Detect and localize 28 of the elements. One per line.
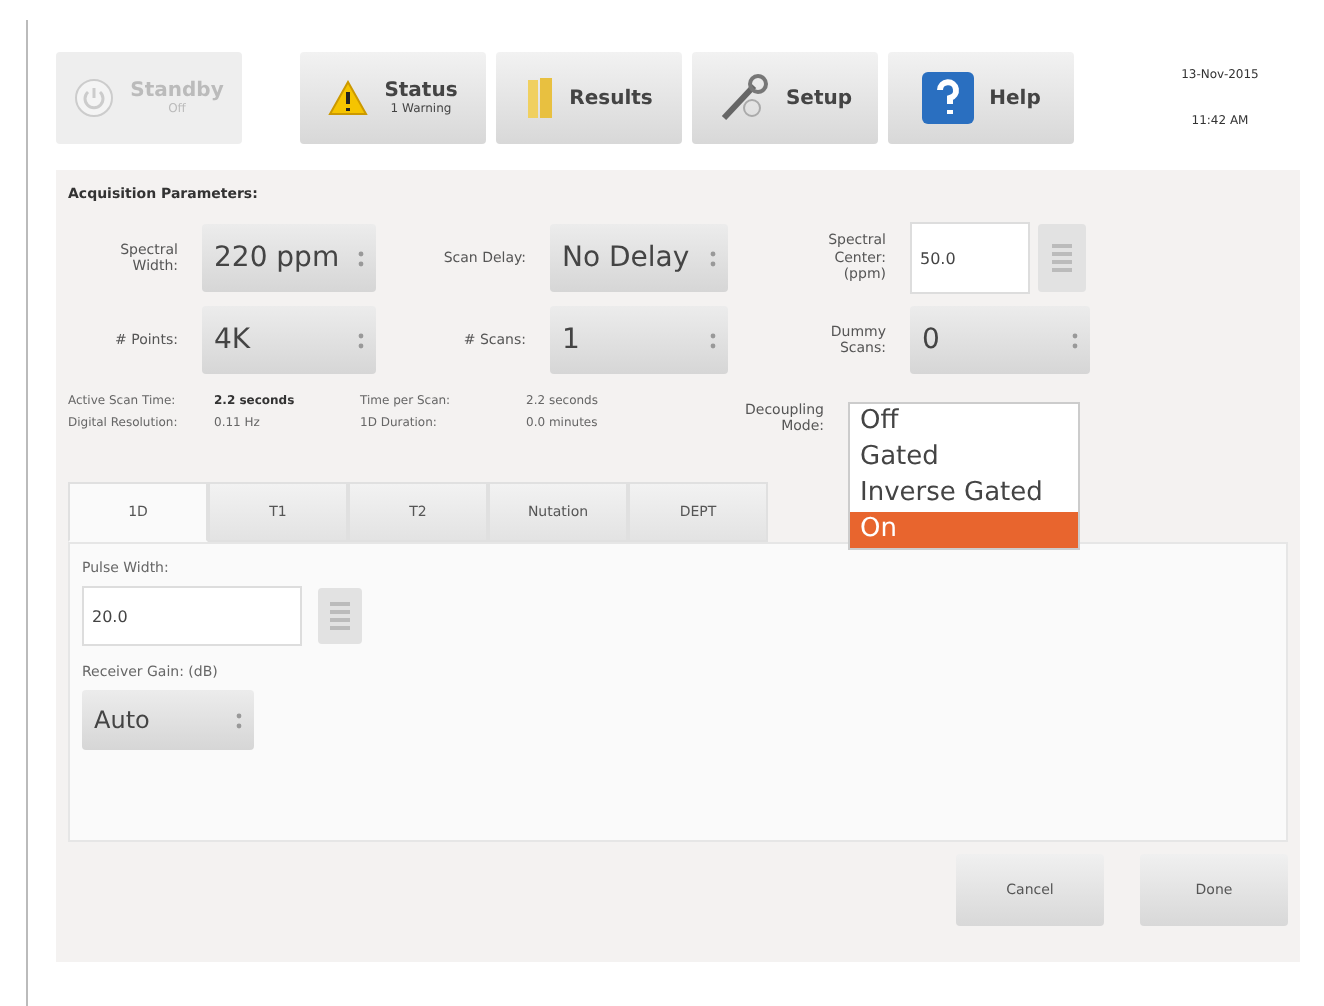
stepper-icon: [710, 249, 716, 267]
stepper-icon: [236, 711, 242, 729]
warning-icon: [328, 80, 369, 116]
input-field[interactable]: 20.0: [82, 586, 302, 646]
keypad-icon: [1050, 242, 1074, 274]
select-field[interactable]: 1: [550, 306, 728, 374]
toolbar-button[interactable]: Help: [888, 52, 1074, 144]
select-field[interactable]: 0: [910, 306, 1090, 374]
power-icon: [74, 78, 115, 118]
help-icon: [921, 72, 974, 124]
select-field[interactable]: No Delay: [550, 224, 728, 292]
wrench-icon: [717, 74, 770, 122]
stepper-icon: [1072, 331, 1078, 349]
list-option[interactable]: Inverse Gated: [850, 476, 1078, 512]
select-field[interactable]: 220 ppm: [202, 224, 376, 292]
select-field[interactable]: Auto: [82, 690, 254, 750]
list-option[interactable]: Gated: [850, 440, 1078, 476]
keypad-button[interactable]: [1038, 224, 1086, 292]
input-field[interactable]: 50.0: [910, 222, 1030, 294]
select-field[interactable]: 4K: [202, 306, 376, 374]
toolbar-button[interactable]: Setup: [692, 52, 878, 144]
keypad-button[interactable]: [318, 588, 362, 644]
list-option[interactable]: Off: [850, 404, 1078, 440]
stepper-icon: [358, 331, 364, 349]
stepper-icon: [358, 249, 364, 267]
stepper-icon: [710, 331, 716, 349]
keypad-icon: [328, 600, 352, 632]
toolbar-button[interactable]: Results: [496, 52, 682, 144]
